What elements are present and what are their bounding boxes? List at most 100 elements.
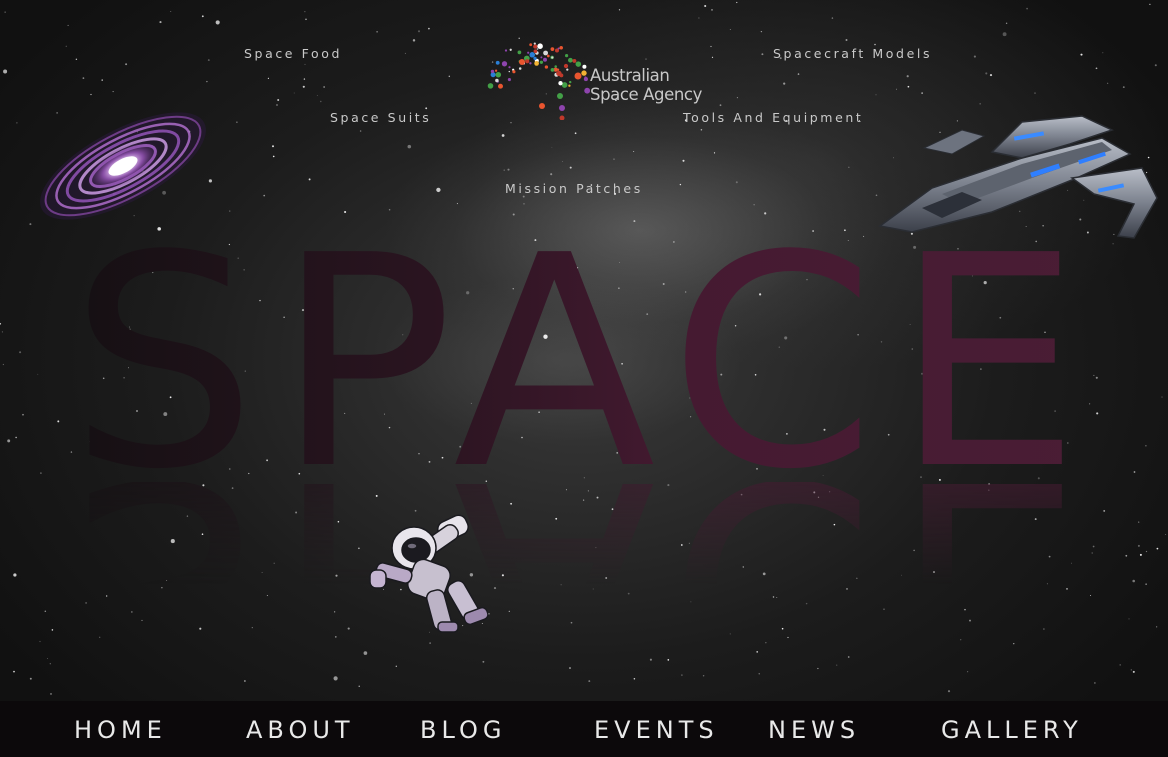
logo-dot: [533, 42, 536, 45]
star: [985, 72, 988, 75]
logo-dot: [508, 66, 511, 69]
logo-dot: [583, 77, 588, 82]
star: [407, 144, 412, 149]
spaceship-image: [878, 115, 1158, 239]
star: [698, 17, 700, 19]
australian-space-agency-logo[interactable]: Australian Space Agency: [486, 38, 716, 120]
logo-dot: [550, 47, 555, 51]
star: [702, 675, 705, 677]
star: [1107, 82, 1109, 84]
star: [316, 94, 318, 96]
nav-link-space-suits[interactable]: Space Suits: [330, 110, 431, 125]
logo-dot: [525, 59, 530, 64]
star: [979, 103, 981, 105]
star: [277, 99, 280, 101]
star: [412, 39, 416, 42]
logo-dot: [495, 78, 499, 83]
logo-dot: [582, 64, 587, 69]
nav-blog[interactable]: BLOG: [420, 701, 506, 757]
nav-about[interactable]: ABOUT: [246, 701, 355, 757]
logo-dot: [495, 60, 500, 65]
star: [783, 82, 786, 85]
star: [760, 30, 763, 33]
logo-dot: [507, 78, 511, 82]
logo-dot: [527, 51, 530, 54]
nav-gallery[interactable]: GALLERY: [941, 701, 1083, 757]
star: [713, 152, 716, 154]
star: [618, 9, 621, 11]
star: [13, 670, 15, 673]
logo-dot: [559, 73, 564, 78]
star: [836, 664, 838, 666]
star: [303, 78, 306, 80]
star: [711, 9, 713, 11]
logo-dot: [533, 56, 537, 61]
logo-dot: [557, 93, 563, 99]
star: [3, 69, 8, 74]
star: [271, 145, 275, 148]
star: [50, 692, 52, 695]
star: [359, 130, 362, 132]
star: [305, 18, 307, 21]
nav-news[interactable]: NEWS: [768, 701, 860, 757]
logo-dot: [512, 70, 516, 74]
star: [358, 685, 360, 687]
logo-dot: [581, 70, 587, 76]
star: [376, 30, 378, 33]
star: [215, 20, 220, 25]
nav-link-mission-patches[interactable]: Mission Patches: [505, 181, 643, 196]
star: [907, 85, 910, 88]
logo-dot: [550, 68, 555, 72]
logo-dot: [509, 48, 512, 51]
galaxy-image: [40, 112, 206, 220]
logo-dot: [533, 49, 538, 54]
star: [395, 665, 397, 667]
star: [47, 658, 48, 659]
logo-dot: [569, 80, 572, 84]
star: [293, 92, 295, 94]
star: [65, 45, 67, 47]
star: [848, 166, 850, 168]
nav-home[interactable]: HOME: [74, 701, 167, 757]
star: [1119, 664, 1121, 666]
star: [1034, 92, 1036, 94]
star: [482, 660, 485, 663]
logo-dot: [539, 103, 545, 109]
star: [425, 107, 428, 110]
star: [1102, 52, 1104, 54]
star: [719, 104, 722, 107]
logo-dot: [495, 71, 502, 78]
star: [448, 75, 451, 78]
hero-space-title: SPACE SPACE: [69, 232, 1081, 652]
star: [1094, 682, 1096, 684]
logo-dot: [529, 62, 532, 65]
star: [302, 85, 305, 88]
logo-dot: [559, 105, 565, 111]
star: [1002, 32, 1007, 37]
star: [1149, 3, 1151, 6]
star: [1154, 64, 1157, 67]
star: [1122, 86, 1125, 88]
star: [704, 4, 707, 8]
star: [561, 161, 563, 162]
star: [263, 194, 266, 197]
logo-dot: [566, 68, 569, 71]
star: [1005, 22, 1008, 25]
nav-link-space-food[interactable]: Space Food: [244, 46, 342, 61]
nav-link-spacecraft-models[interactable]: Spacecraft Models: [773, 46, 932, 61]
nav-events[interactable]: EVENTS: [594, 701, 719, 757]
star: [989, 74, 993, 77]
star: [753, 204, 755, 206]
star: [276, 104, 278, 106]
star: [503, 169, 505, 171]
star: [679, 183, 682, 186]
logo-dot: [565, 54, 569, 58]
star: [75, 58, 78, 60]
star: [501, 134, 505, 137]
star: [507, 168, 510, 171]
logo-dot: [556, 68, 560, 71]
logo-dot: [551, 56, 554, 59]
star: [417, 30, 421, 33]
star: [682, 159, 685, 162]
star: [550, 173, 553, 176]
